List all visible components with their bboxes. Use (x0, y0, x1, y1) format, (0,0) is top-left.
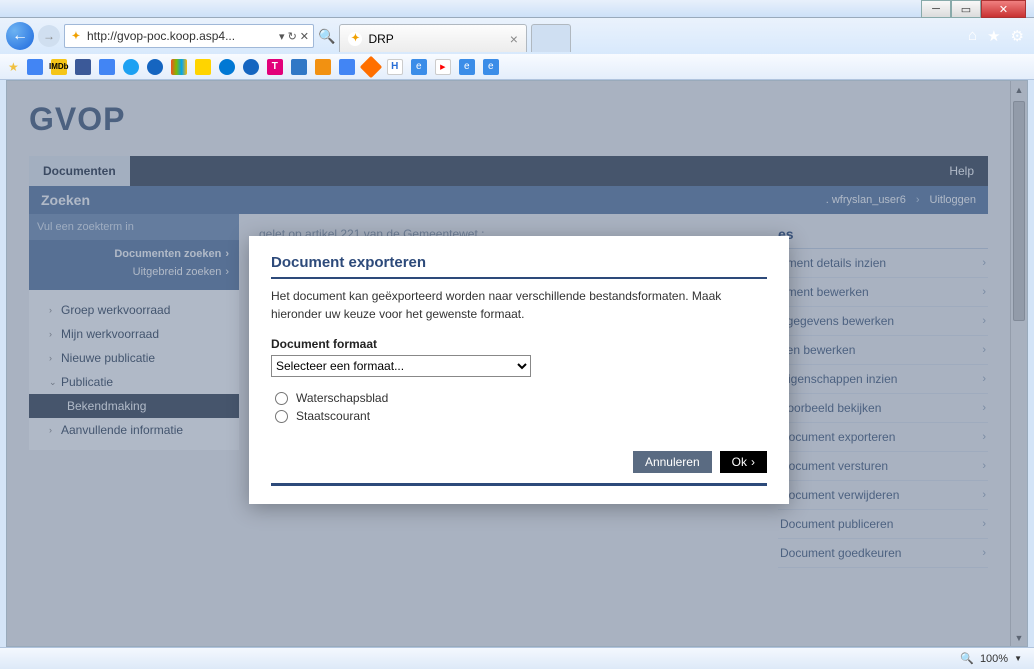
bookmark-icon[interactable]: ▶ (435, 59, 451, 75)
export-modal: Document exporteren Het document kan geë… (249, 236, 789, 504)
bookmark-icon[interactable] (123, 59, 139, 75)
window-close-button[interactable]: ✕ (981, 0, 1026, 18)
bookmark-icon[interactable] (195, 59, 211, 75)
tools-icon[interactable]: ⚙ (1011, 27, 1024, 45)
bookmark-icon[interactable] (99, 59, 115, 75)
bookmark-icon[interactable] (339, 59, 355, 75)
refresh-icon[interactable]: ↻ (288, 30, 297, 43)
bookmark-icon[interactable] (147, 59, 163, 75)
bookmark-icon[interactable] (359, 55, 382, 78)
new-tab-button[interactable] (531, 24, 571, 52)
radio-waterschapsblad[interactable]: Waterschapsblad (271, 391, 767, 405)
dropdown-icon[interactable]: ▾ (279, 30, 285, 43)
bookmark-icon[interactable] (243, 59, 259, 75)
browser-viewport: GVOP Documenten Help Zoeken . wfryslan_u… (6, 80, 1028, 647)
browser-tab[interactable]: ✦ DRP × (339, 24, 527, 52)
bookmark-icon[interactable] (219, 59, 235, 75)
radio-input[interactable] (275, 410, 288, 423)
format-select[interactable]: Selecteer een formaat... (271, 355, 531, 377)
bookmark-icon[interactable]: IMDb (51, 59, 67, 75)
tab-favicon: ✦ (348, 32, 362, 46)
zoom-dropdown-icon[interactable]: ▼ (1014, 654, 1022, 663)
forward-button[interactable]: → (38, 25, 60, 47)
ok-button[interactable]: Ok › (720, 451, 767, 473)
search-icon[interactable]: 🔍 (318, 28, 335, 45)
bookmark-icon[interactable] (171, 59, 187, 75)
home-icon[interactable]: ⌂ (968, 27, 977, 45)
bookmark-icon[interactable] (291, 59, 307, 75)
modal-title: Document exporteren (271, 254, 767, 271)
zoom-icon[interactable]: 🔍 (960, 652, 974, 665)
radio-staatscourant[interactable]: Staatscourant (271, 409, 767, 423)
url-text: http://gvop-poc.koop.asp4... (87, 29, 235, 43)
bookmark-icon[interactable]: e (483, 59, 499, 75)
bookmark-icon[interactable]: e (459, 59, 475, 75)
radio-label: Staatscourant (296, 409, 370, 423)
divider (271, 483, 767, 486)
tab-title: DRP (368, 32, 393, 46)
bookmark-icon[interactable]: T (267, 59, 283, 75)
site-favicon: ✦ (69, 29, 83, 43)
back-button[interactable]: ← (6, 22, 34, 50)
stop-icon[interactable]: ✕ (300, 30, 309, 43)
bookmarks-bar: ★ IMDb T H e ▶ e e (0, 54, 1034, 80)
bookmark-icon[interactable]: H (387, 59, 403, 75)
window-titlebar: ─ ▭ ✕ (0, 0, 1034, 18)
bookmark-icon[interactable] (75, 59, 91, 75)
favorites-star-icon[interactable]: ★ (8, 60, 19, 74)
chevron-right-icon: › (751, 455, 755, 469)
bookmark-icon[interactable]: e (411, 59, 427, 75)
radio-input[interactable] (275, 392, 288, 405)
zoom-level: 100% (980, 653, 1008, 665)
browser-toolbar: ← → ✦ http://gvop-poc.koop.asp4... ▾ ↻ ✕… (0, 18, 1034, 54)
favorites-icon[interactable]: ★ (987, 27, 1000, 45)
bookmark-icon[interactable] (27, 59, 43, 75)
tab-close-icon[interactable]: × (510, 31, 518, 47)
window-minimize-button[interactable]: ─ (921, 0, 951, 18)
address-bar[interactable]: ✦ http://gvop-poc.koop.asp4... ▾ ↻ ✕ (64, 24, 314, 48)
cancel-button[interactable]: Annuleren (633, 451, 712, 473)
browser-status-bar: 🔍 100% ▼ (0, 647, 1034, 669)
radio-label: Waterschapsblad (296, 391, 388, 405)
modal-description: Het document kan geëxporteerd worden naa… (271, 287, 767, 323)
window-maximize-button[interactable]: ▭ (951, 0, 981, 18)
divider (271, 277, 767, 279)
bookmark-icon[interactable] (315, 59, 331, 75)
format-label: Document formaat (271, 337, 767, 351)
